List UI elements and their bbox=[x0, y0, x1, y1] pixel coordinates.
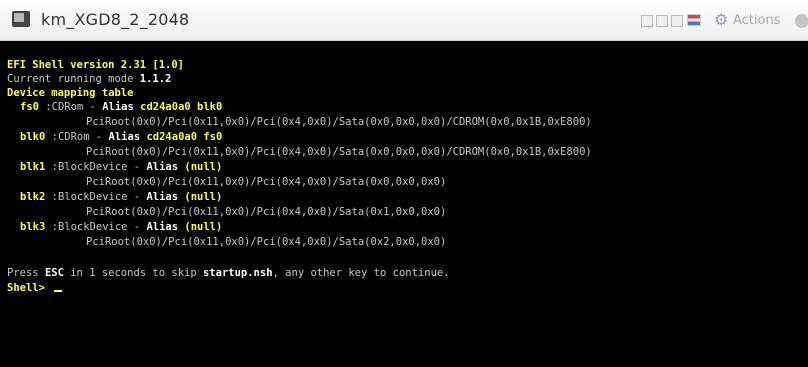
press-suffix: , any other key to continue. bbox=[272, 267, 450, 279]
running-mode-label: Current running mode bbox=[7, 73, 140, 85]
shell-version-line: EFI Shell version 2.31 [1.0] bbox=[7, 59, 185, 71]
window-title: km_XGD8_2_2048 bbox=[41, 10, 190, 29]
shell-prompt: Shell> bbox=[7, 282, 52, 294]
mapping-path: PciRoot(0x0)/Pci(0x11,0x0)/Pci(0x4,0x0)/… bbox=[86, 116, 592, 128]
mapping-alias-value: cd24a0a0 blk0 bbox=[140, 101, 223, 113]
mapping-alias-value: (null) bbox=[184, 161, 223, 173]
vm-console-icon bbox=[12, 11, 30, 27]
esc-key-label: ESC bbox=[44, 267, 64, 279]
mapping-entry: blk2 :BlockDevice - Alias (null) bbox=[20, 190, 222, 205]
actions-menu[interactable]: Actions bbox=[733, 13, 781, 28]
mapping-path: PciRoot(0x0)/Pci(0x11,0x0)/Pci(0x4,0x0)/… bbox=[86, 236, 447, 248]
mapping-alias-label: Alias bbox=[146, 191, 185, 203]
mapping-alias-value: (null) bbox=[184, 221, 223, 233]
toolbar-button-1[interactable] bbox=[641, 15, 653, 27]
mapping-type: :CDRom - bbox=[51, 131, 109, 143]
mapping-alias-label: Alias bbox=[146, 221, 185, 233]
mapping-name: blk0 bbox=[20, 131, 46, 143]
mapping-entry: blk3 :BlockDevice - Alias (null) bbox=[20, 220, 222, 235]
terminal-screen[interactable]: EFI Shell version 2.31 [1.0] Current run… bbox=[0, 41, 808, 367]
mapping-path: PciRoot(0x0)/Pci(0x11,0x0)/Pci(0x4,0x0)/… bbox=[86, 146, 592, 158]
toolbar-button-3[interactable] bbox=[671, 15, 683, 27]
shell-prompt-line[interactable]: Shell> bbox=[7, 281, 63, 296]
mapping-name: blk2 bbox=[20, 191, 46, 203]
title-bar: km_XGD8_2_2048 ⚙ Actions bbox=[0, 0, 808, 41]
press-prefix: Press bbox=[7, 267, 45, 279]
gear-icon[interactable]: ⚙ bbox=[714, 12, 728, 28]
mapping-alias-value: (null) bbox=[184, 191, 223, 203]
close-icon[interactable] bbox=[795, 14, 808, 28]
mapping-entry: fs0 :CDRom - Alias cd24a0a0 blk0 bbox=[20, 100, 222, 115]
vm-console-window: km_XGD8_2_2048 ⚙ Actions EFI Shell versi… bbox=[0, 0, 808, 367]
mapping-type: :BlockDevice - bbox=[51, 161, 147, 173]
mapping-alias-label: Alias bbox=[146, 161, 185, 173]
mapping-type: :BlockDevice - bbox=[51, 221, 147, 233]
running-mode-value: 1.1.2 bbox=[139, 73, 172, 85]
running-mode-line: Current running mode 1.1.2 bbox=[7, 72, 171, 87]
text-cursor bbox=[54, 290, 63, 292]
mapping-alias-value: cd24a0a0 fs0 bbox=[146, 131, 223, 143]
startup-file-name: startup.nsh bbox=[202, 267, 273, 279]
mapping-name: blk3 bbox=[20, 221, 46, 233]
mapping-path: PciRoot(0x0)/Pci(0x11,0x0)/Pci(0x4,0x0)/… bbox=[86, 176, 447, 188]
mapping-alias-label: Alias bbox=[108, 131, 147, 143]
mapping-table-header: Device mapping table bbox=[7, 87, 134, 99]
press-middle: in 1 seconds to skip bbox=[63, 267, 203, 279]
startup-prompt-line: Press ESC in 1 seconds to skip startup.n… bbox=[7, 266, 450, 281]
mapping-entry: blk1 :BlockDevice - Alias (null) bbox=[20, 160, 222, 175]
mapping-entry: blk0 :CDRom - Alias cd24a0a0 fs0 bbox=[20, 130, 222, 145]
mapping-type: :BlockDevice - bbox=[51, 191, 147, 203]
mapping-path: PciRoot(0x0)/Pci(0x11,0x0)/Pci(0x4,0x0)/… bbox=[86, 206, 447, 218]
keyboard-layout-icon[interactable] bbox=[687, 14, 701, 26]
mapping-name: fs0 bbox=[20, 101, 39, 113]
mapping-name: blk1 bbox=[20, 161, 46, 173]
toolbar-button-2[interactable] bbox=[656, 15, 668, 27]
mapping-type: :CDRom - bbox=[45, 101, 103, 113]
mapping-alias-label: Alias bbox=[102, 101, 141, 113]
